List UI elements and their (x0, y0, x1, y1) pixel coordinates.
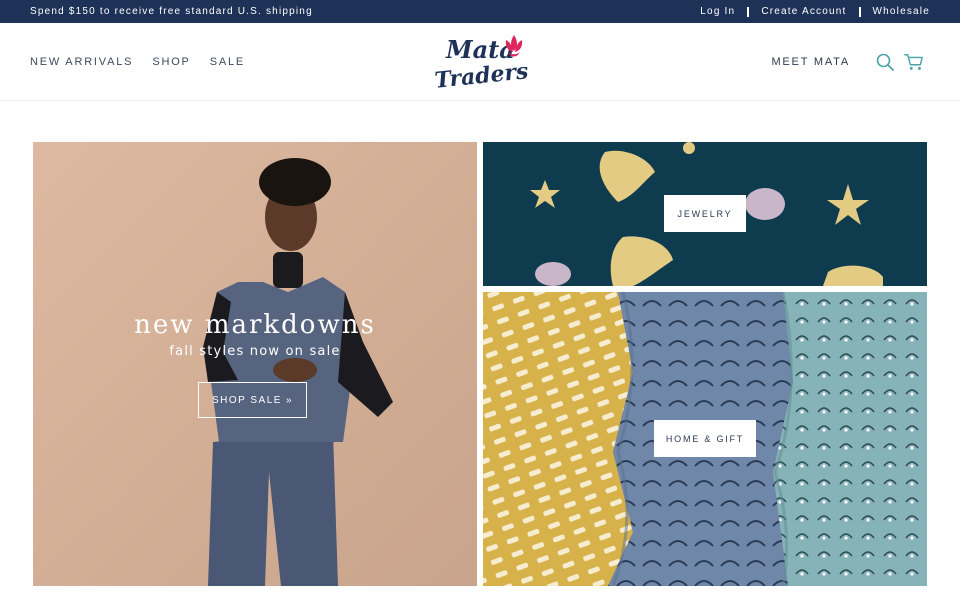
jewelry-tile[interactable]: JEWELRY (483, 142, 927, 286)
home-gift-button[interactable]: HOME & GIFT (654, 420, 756, 457)
account-links: Log In Create Account Wholesale (700, 6, 930, 17)
hero-title: new markdowns (134, 310, 376, 340)
site-header: NEW ARRIVALS SHOP SALE Mata Traders MEET… (0, 23, 960, 101)
shop-sale-button[interactable]: SHOP SALE » (198, 382, 307, 418)
nav-shop[interactable]: SHOP (152, 56, 190, 68)
divider (858, 6, 861, 17)
model-photo (33, 142, 477, 586)
nav-meet-mata[interactable]: MEET MATA (771, 56, 850, 68)
nav-new-arrivals[interactable]: NEW ARRIVALS (30, 56, 133, 68)
shop-sale-label: SHOP SALE (211, 394, 282, 406)
hero-subtitle: fall styles now on sale (169, 344, 341, 359)
jewelry-button[interactable]: JEWELRY (664, 195, 746, 232)
shipping-promo-text: Spend $150 to receive free standard U.S.… (30, 6, 313, 17)
log-in-link[interactable]: Log In (700, 6, 735, 17)
create-account-link[interactable]: Create Account (761, 6, 846, 17)
wholesale-link[interactable]: Wholesale (873, 6, 931, 17)
nav-sale[interactable]: SALE (210, 56, 245, 68)
home-gift-tile[interactable]: HOME & GIFT (483, 292, 927, 586)
chevron-right-icon: » (285, 394, 294, 406)
announcement-bar: Spend $150 to receive free standard U.S.… (0, 0, 960, 23)
divider (747, 6, 750, 17)
cart-icon[interactable] (904, 52, 924, 72)
main-nav: NEW ARRIVALS SHOP SALE (30, 56, 245, 68)
mata-traders-logo[interactable]: Mata Traders (432, 31, 530, 95)
search-icon[interactable] (875, 52, 895, 72)
new-markdowns-hero[interactable]: new markdowns fall styles now on sale SH… (33, 142, 477, 586)
